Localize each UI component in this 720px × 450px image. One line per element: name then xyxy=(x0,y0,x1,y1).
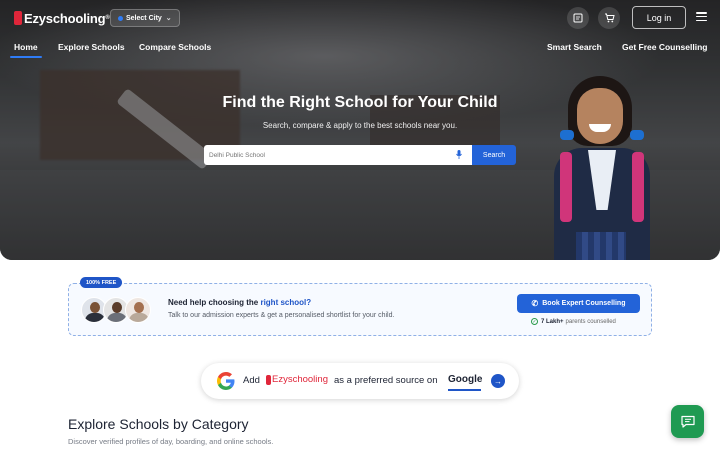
hero-banner xyxy=(0,0,720,260)
logo-registered-mark: ® xyxy=(105,15,110,21)
avatar xyxy=(125,297,151,323)
book-counselling-button[interactable]: ✆ Book Expert Counselling xyxy=(517,294,640,313)
nav-active-indicator xyxy=(10,56,42,58)
main-nav: Home Explore Schools Compare Schools Sma… xyxy=(0,42,720,58)
school-search-input[interactable] xyxy=(209,151,439,159)
hero-title: Find the Right School for Your Child xyxy=(222,94,498,111)
counselling-title: Need help choosing the right school? xyxy=(168,298,312,307)
nav-explore-schools[interactable]: Explore Schools xyxy=(58,42,125,52)
preferred-source-text: as a preferred source on xyxy=(334,375,438,386)
microphone-icon[interactable] xyxy=(456,150,462,159)
nav-smart-search[interactable]: Smart Search xyxy=(547,42,602,52)
phone-icon: ✆ xyxy=(531,299,539,308)
logo-mark-icon xyxy=(266,374,271,385)
stat-value: 7 Lakh+ xyxy=(541,318,564,325)
nav-compare-schools[interactable]: Compare Schools xyxy=(139,42,211,52)
menu-icon[interactable] xyxy=(696,12,707,22)
search-button[interactable]: Search xyxy=(472,145,516,165)
school-search-field xyxy=(204,145,472,165)
add-text: Add xyxy=(243,375,260,386)
logo-mark-icon xyxy=(14,11,22,25)
stat-label: parents counselled xyxy=(565,318,616,325)
compare-list-icon xyxy=(573,13,583,23)
hero-subtitle: Search, compare & apply to the best scho… xyxy=(262,121,458,130)
nav-home[interactable]: Home xyxy=(14,42,38,52)
chat-button[interactable] xyxy=(671,405,704,438)
counselling-title-highlight: right school? xyxy=(260,298,312,307)
select-city-label: Select City xyxy=(126,14,162,22)
arrow-right-icon[interactable]: → xyxy=(491,374,505,388)
chevron-down-icon: ⌄ xyxy=(165,15,172,22)
google-preferred-source-banner[interactable]: Add Ezyschooling as a preferred source o… xyxy=(201,363,519,399)
select-city-button[interactable]: Select City ⌄ xyxy=(110,9,180,27)
free-badge: 100% FREE xyxy=(80,277,123,288)
google-g-icon xyxy=(217,372,235,390)
cart-icon xyxy=(604,13,615,23)
category-section-title: Explore Schools by Category xyxy=(68,416,249,432)
book-counselling-label: Book Expert Counselling xyxy=(542,300,626,307)
nav-get-free-counselling[interactable]: Get Free Counselling xyxy=(622,42,708,52)
chat-icon xyxy=(680,415,695,428)
google-text: Google xyxy=(448,374,483,385)
check-circle-icon: ✓ xyxy=(531,318,538,325)
category-section-subtitle: Discover verified profiles of day, board… xyxy=(68,437,274,446)
pill-brand-logo: Ezyschooling xyxy=(266,374,328,385)
compare-list-button[interactable] xyxy=(567,7,589,29)
site-logo[interactable]: Ezyschooling ® xyxy=(14,9,110,27)
google-underline xyxy=(448,389,481,391)
counselling-subtitle: Talk to our admission experts & get a pe… xyxy=(168,312,395,319)
parents-counselled-stat: ✓ 7 Lakh+ parents counselled xyxy=(531,318,616,325)
login-button[interactable]: Log in xyxy=(632,6,686,29)
expert-avatars xyxy=(81,297,153,323)
cart-button[interactable] xyxy=(598,7,620,29)
location-dot-icon xyxy=(118,15,123,21)
top-bar: Ezyschooling ® Select City ⌄ Log in xyxy=(0,0,720,36)
logo-text: Ezyschooling xyxy=(24,10,106,26)
pill-brand-name: Ezyschooling xyxy=(272,374,328,385)
